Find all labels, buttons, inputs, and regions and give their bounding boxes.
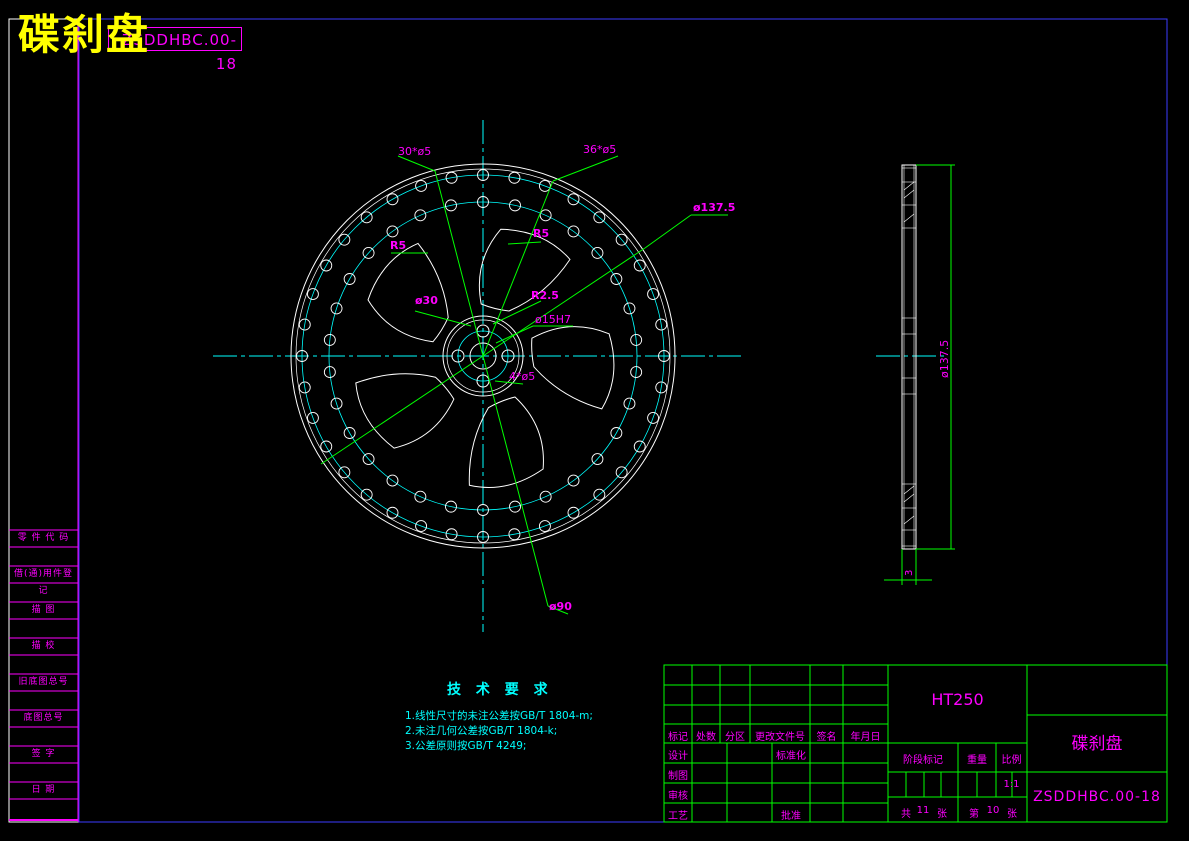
left-label-signature: 签 字 — [31, 749, 56, 759]
tech-requirement-line: 3.公差原则按GB/T 4249; — [405, 740, 527, 752]
header-date: 年月日 — [850, 732, 881, 743]
total-sheets-suffix: 张 — [937, 809, 947, 820]
total-sheets-value: 11 — [916, 805, 930, 816]
drawing-title: 碟刹盘 — [18, 10, 151, 59]
sheet-number-value: 10 — [986, 805, 1000, 816]
header-signature: 签名 — [816, 732, 837, 743]
header-change-doc: 更改文件号 — [755, 732, 805, 743]
side-view: ø137.5 3 — [876, 164, 955, 585]
drawing-number-label: ZSDDHBC.00-18 — [1033, 789, 1161, 805]
drawing-canvas: 30*ø5 36*ø5 ø137.5 R5 R5 ø30 R2.5 ø15H7 … — [8, 18, 1168, 823]
dim-36-holes: 36*ø5 — [583, 143, 616, 156]
scale-value: 1:1 — [1003, 779, 1020, 790]
stage-mark-label: 阶段标记 — [903, 755, 943, 766]
left-label-old-base-no: 旧底图总号 — [18, 677, 69, 687]
dim-hub-radius: R2.5 — [531, 289, 559, 302]
sheet-number-prefix: 第 — [969, 809, 979, 820]
left-label-part-code: 零 件 代 码 — [17, 533, 70, 543]
left-label-base-no: 底图总号 — [23, 713, 64, 723]
sheet-number-suffix: 张 — [1007, 809, 1017, 820]
dim-hub-dia: ø30 — [415, 294, 438, 307]
part-name-label: 碟刹盘 — [1071, 734, 1123, 754]
dim-bolt-holes: 4*ø5 — [509, 370, 535, 383]
header-zone: 分区 — [725, 732, 745, 743]
weight-label: 重量 — [967, 755, 987, 766]
review-label: 审核 — [668, 791, 688, 802]
left-label-date: 日 期 — [31, 785, 56, 795]
spoke-cutout — [531, 326, 615, 410]
approve-label: 批准 — [781, 811, 801, 822]
dim-bolt-circle: ø90 — [549, 600, 572, 613]
header-count: 处数 — [696, 732, 716, 743]
left-label-trace: 描 图 — [31, 605, 56, 615]
material-label: HT250 — [931, 690, 984, 709]
dim-30-holes: 30*ø5 — [398, 145, 431, 158]
spoke-cutout — [468, 396, 544, 488]
front-view: 30*ø5 36*ø5 ø137.5 R5 R5 ø30 R2.5 ø15H7 … — [213, 120, 741, 632]
scale-label: 比例 — [1001, 755, 1022, 766]
dim-side-dia: ø137.5 — [938, 340, 951, 378]
front-dimension-lines — [320, 155, 728, 615]
process-label: 工艺 — [668, 811, 688, 822]
standardization-label: 标准化 — [776, 751, 806, 762]
drawing-label: 制图 — [668, 771, 688, 782]
header-mark: 标记 — [668, 732, 688, 743]
spoke-cutouts — [355, 228, 615, 488]
design-label: 设计 — [668, 751, 688, 762]
tech-requirement-line: 1.线性尺寸的未注公差按GB/T 1804-m; — [405, 710, 593, 722]
dim-thickness: 3 — [904, 570, 915, 576]
dim-r5-left: R5 — [390, 239, 406, 252]
dim-outer-dia: ø137.5 — [693, 201, 735, 214]
left-label-borrow-register: 借(通)用件登记 — [13, 569, 74, 596]
spoke-cutout — [367, 242, 449, 343]
front-dimension-labels: 30*ø5 36*ø5 ø137.5 R5 R5 ø30 R2.5 ø15H7 … — [390, 143, 735, 613]
tech-requirements-title: 技 术 要 求 — [447, 682, 553, 698]
left-label-trace-check: 描 校 — [31, 641, 56, 651]
dim-r5-right: R5 — [533, 227, 549, 240]
tech-requirement-line: 2.未注几何公差按GB/T 1804-k; — [405, 725, 558, 737]
dim-bore: ø15H7 — [535, 313, 571, 326]
